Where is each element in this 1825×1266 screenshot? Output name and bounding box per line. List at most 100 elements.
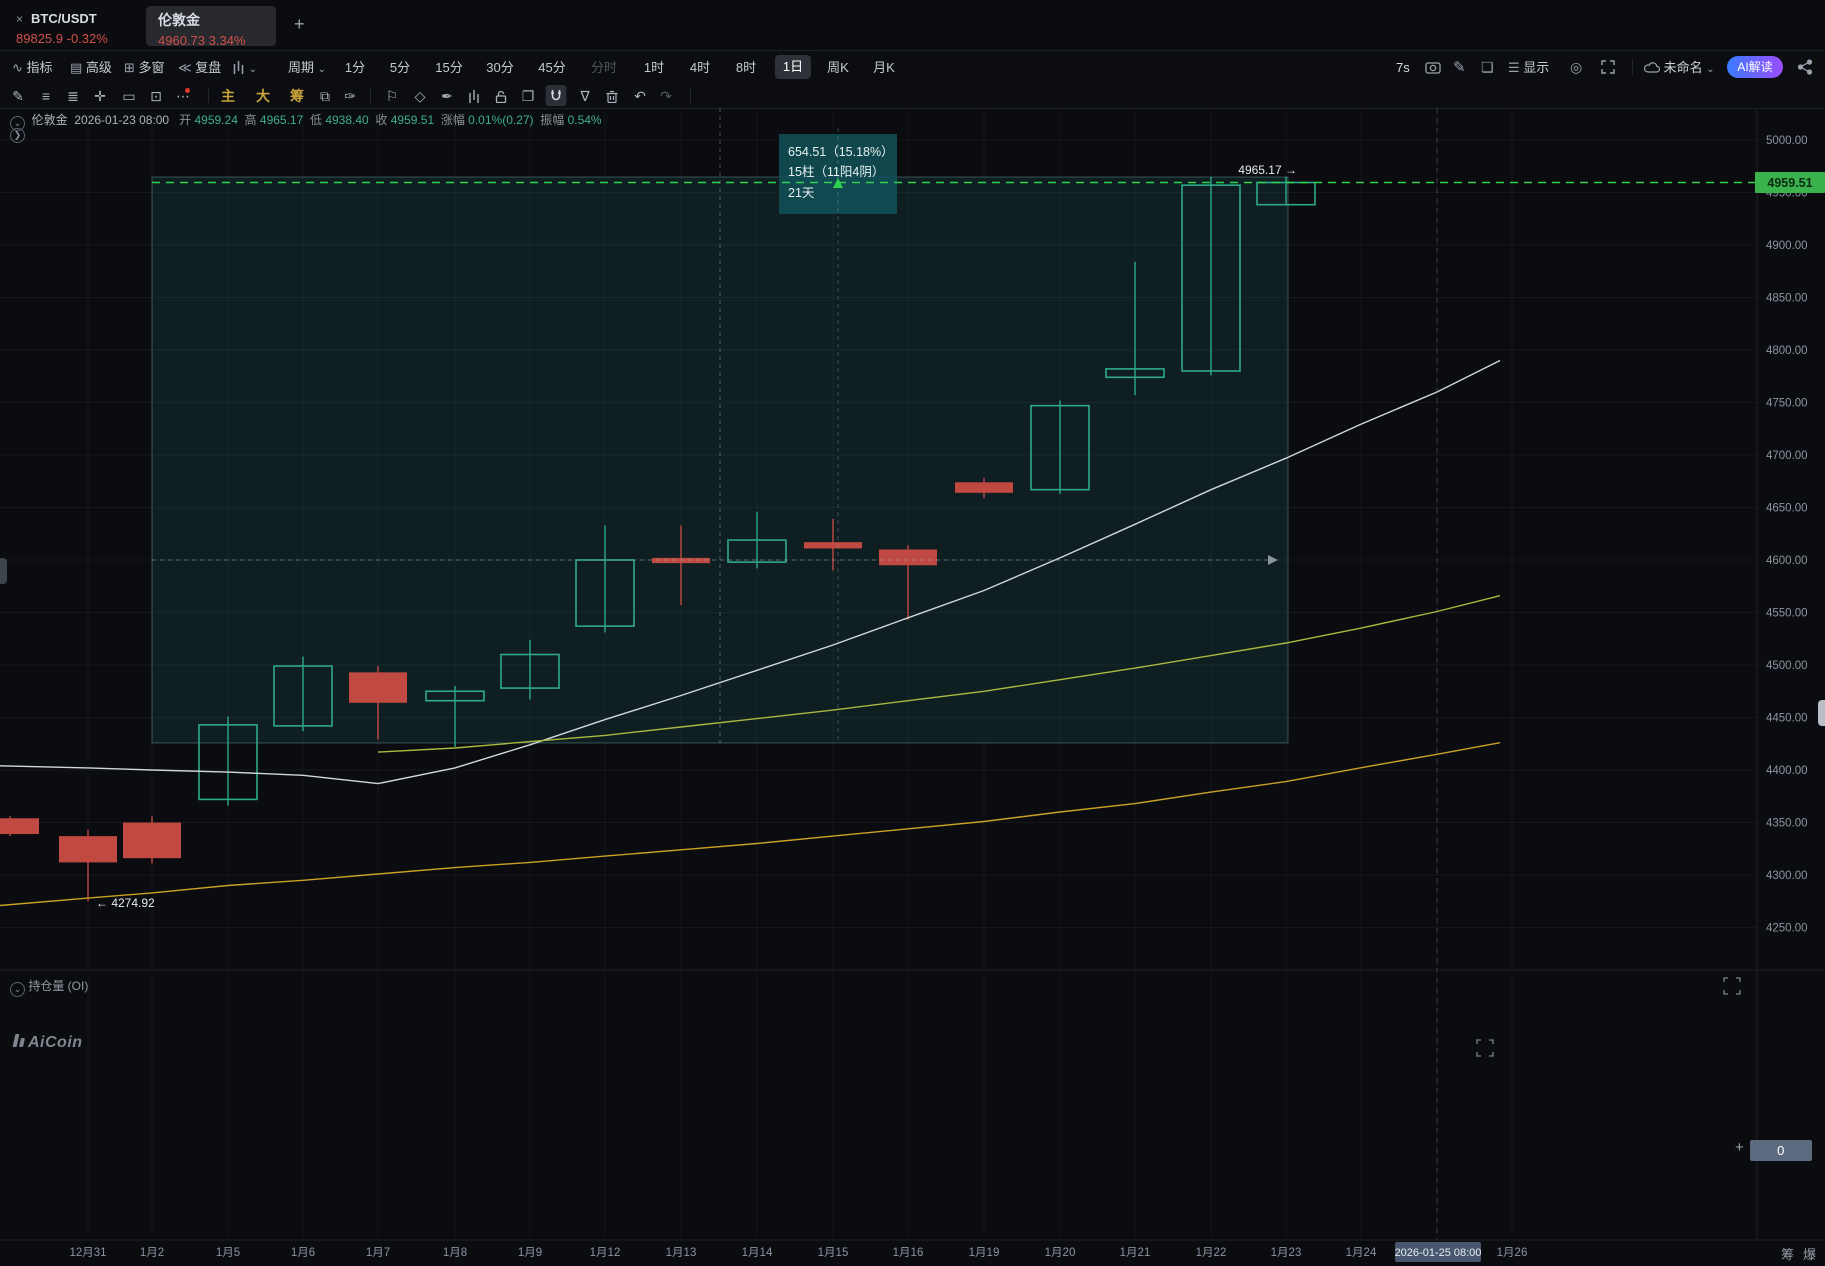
counter-widget: +0 xyxy=(1735,1139,1812,1161)
svg-text:1月9: 1月9 xyxy=(518,1247,542,1259)
rectangle-tool-icon[interactable]: ▭ xyxy=(122,84,135,108)
chip-distribution-button[interactable]: 筹 xyxy=(1781,1247,1803,1262)
mode-chip[interactable]: 筹 xyxy=(290,84,304,108)
brush-edit-icon[interactable]: ⧉ xyxy=(320,84,330,108)
cross-tool-icon[interactable]: ✛ xyxy=(94,84,106,108)
advanced-button[interactable]: ▤ 高级 xyxy=(70,51,112,84)
filter-icon[interactable]: ∇ xyxy=(580,84,589,108)
magnet-icon-active[interactable] xyxy=(546,85,567,106)
indicator-button[interactable]: ∿ 指标 xyxy=(12,51,53,84)
mode-large[interactable]: 大 xyxy=(256,84,270,108)
candle-down xyxy=(955,482,1013,493)
candle-down xyxy=(349,672,407,702)
display-settings-button[interactable]: ☰ 显示 xyxy=(1508,51,1549,84)
lock-icon[interactable] xyxy=(495,84,507,108)
main-toolbar: ∿ 指标 ▤ 高级 ⊞ 多窗 ≪ 复盘 ⌄ 周期 ⌄ 1分 5分 15分 30分… xyxy=(0,50,1825,85)
share-button[interactable] xyxy=(1797,51,1813,84)
tf-30m[interactable]: 30分 xyxy=(486,51,513,84)
pen-tool-icon[interactable]: ✒ xyxy=(441,84,453,108)
tf-1d-selected[interactable]: 1日 xyxy=(775,55,811,79)
aicoin-app: { "tabs": [ {"symbol": "BTC/USDT", "pric… xyxy=(0,0,1825,1266)
layers-icon[interactable]: ❐ xyxy=(522,84,535,108)
tab-londongold[interactable]: 伦敦金 4960.73 3.34% xyxy=(146,6,276,46)
parallel-lines-tool-icon[interactable]: ≣ xyxy=(67,84,79,108)
collapse-chevron-icon[interactable]: ⌄ xyxy=(10,982,25,997)
tf-5m[interactable]: 5分 xyxy=(390,51,410,84)
more-tools-icon[interactable]: ⋯ xyxy=(176,84,190,108)
oi-pane-title[interactable]: ⌄ 持仓量 (OI) xyxy=(10,977,88,997)
tab-quote: 89825.9 -0.32% xyxy=(16,31,108,46)
svg-text:1月14: 1月14 xyxy=(742,1247,773,1259)
candle-down xyxy=(652,558,710,563)
fullscreen-icon xyxy=(1601,60,1615,74)
period-dropdown[interactable]: 周期 ⌄ xyxy=(288,51,326,84)
trash-icon[interactable] xyxy=(606,84,618,108)
refresh-countdown[interactable]: 7s xyxy=(1396,51,1410,84)
price-tag-tool-icon[interactable]: ◇ xyxy=(415,84,426,108)
svg-text:4700.00: 4700.00 xyxy=(1766,450,1808,462)
trendline-tool-icon[interactable]: ≡ xyxy=(42,84,50,108)
mode-main[interactable]: 主 xyxy=(221,84,235,108)
tf-1m[interactable]: 1分 xyxy=(345,51,365,84)
ai-analysis-button[interactable]: AI解读 xyxy=(1727,56,1783,78)
left-pane-handle[interactable] xyxy=(0,558,7,584)
panel-icon: ▤ xyxy=(70,60,86,75)
candle-down xyxy=(59,836,117,862)
tf-4h[interactable]: 4时 xyxy=(690,51,710,84)
chart-type-selector[interactable]: ⌄ xyxy=(232,51,257,84)
liquidation-button[interactable]: 爆 xyxy=(1803,1247,1825,1262)
price-axis[interactable]: 5000.004950.004900.004850.004800.004750.… xyxy=(1766,135,1808,935)
svg-text:1月24: 1月24 xyxy=(1346,1247,1377,1259)
tf-15m[interactable]: 15分 xyxy=(435,51,462,84)
svg-text:1月12: 1月12 xyxy=(590,1247,621,1259)
ma-slow-gold xyxy=(0,743,1500,906)
magic-wand-icon[interactable]: ✑ xyxy=(344,84,356,108)
cloud-icon xyxy=(1644,62,1660,73)
candlestick-chart[interactable]: 654.51（15.18%）15柱（11阳4阴）21天4965.17 →← 42… xyxy=(0,108,1825,1266)
tf-8h[interactable]: 8时 xyxy=(736,51,756,84)
tf-time[interactable]: 分时 xyxy=(591,51,617,84)
tf-1mo[interactable]: 月K xyxy=(873,51,895,84)
date-axis[interactable]: 12月311月21月51月61月71月81月91月121月131月141月151… xyxy=(69,1242,1527,1262)
replay-button[interactable]: ≪ 复盘 xyxy=(178,51,221,84)
fullscreen-button[interactable] xyxy=(1601,51,1615,84)
tf-1h[interactable]: 1时 xyxy=(644,51,664,84)
rewind-icon: ≪ xyxy=(178,60,195,75)
candle-down xyxy=(123,823,181,859)
target-icon[interactable]: ◎ xyxy=(1570,51,1582,84)
svg-text:1月15: 1月15 xyxy=(818,1247,849,1259)
svg-text:1月7: 1月7 xyxy=(366,1247,390,1259)
line-tool-icon[interactable]: ✎ xyxy=(12,84,24,108)
svg-text:1月6: 1月6 xyxy=(291,1247,315,1259)
svg-text:4400.00: 4400.00 xyxy=(1766,765,1808,777)
svg-text:1月22: 1月22 xyxy=(1196,1247,1227,1259)
redo-icon[interactable]: ↷ xyxy=(660,84,672,108)
candle-down xyxy=(0,818,39,834)
expand-icon[interactable] xyxy=(1724,978,1740,994)
right-pane-handle[interactable] xyxy=(1818,700,1825,726)
note-tool-icon[interactable]: ⊡ xyxy=(150,84,162,108)
bottom-right-toggles: 筹爆 xyxy=(1781,1244,1825,1263)
svg-text:4300.00: 4300.00 xyxy=(1766,870,1808,882)
add-tab-button[interactable]: + xyxy=(294,14,305,35)
svg-text:4959.51: 4959.51 xyxy=(1767,176,1812,190)
layout-dropdown[interactable]: 未命名 ⌄ xyxy=(1644,51,1715,84)
counter-badge: 0 xyxy=(1750,1140,1812,1161)
undo-icon[interactable]: ↶ xyxy=(634,84,646,108)
close-icon[interactable]: × xyxy=(16,12,23,26)
edit-icon[interactable]: ✎ xyxy=(1453,51,1466,84)
screenshot-button[interactable] xyxy=(1425,51,1441,84)
multi-window-button[interactable]: ⊞ 多窗 xyxy=(124,51,165,84)
expand-icon[interactable] xyxy=(1477,1040,1493,1056)
tab-btcusdt[interactable]: ×BTC/USDT 89825.9 -0.32% xyxy=(16,10,108,46)
bars-pattern-icon[interactable] xyxy=(468,84,480,108)
svg-text:1月26: 1月26 xyxy=(1497,1247,1528,1259)
tf-45m[interactable]: 45分 xyxy=(538,51,565,84)
save-view-icon[interactable]: ❏ xyxy=(1481,51,1494,84)
tf-1w[interactable]: 周K xyxy=(827,51,849,84)
svg-text:1月2: 1月2 xyxy=(140,1247,164,1259)
plus-button[interactable]: + xyxy=(1735,1139,1744,1156)
candle-down xyxy=(804,542,862,548)
flag-tool-icon[interactable]: ⚐ xyxy=(386,84,399,108)
tab-symbol: 伦敦金 xyxy=(158,12,200,28)
